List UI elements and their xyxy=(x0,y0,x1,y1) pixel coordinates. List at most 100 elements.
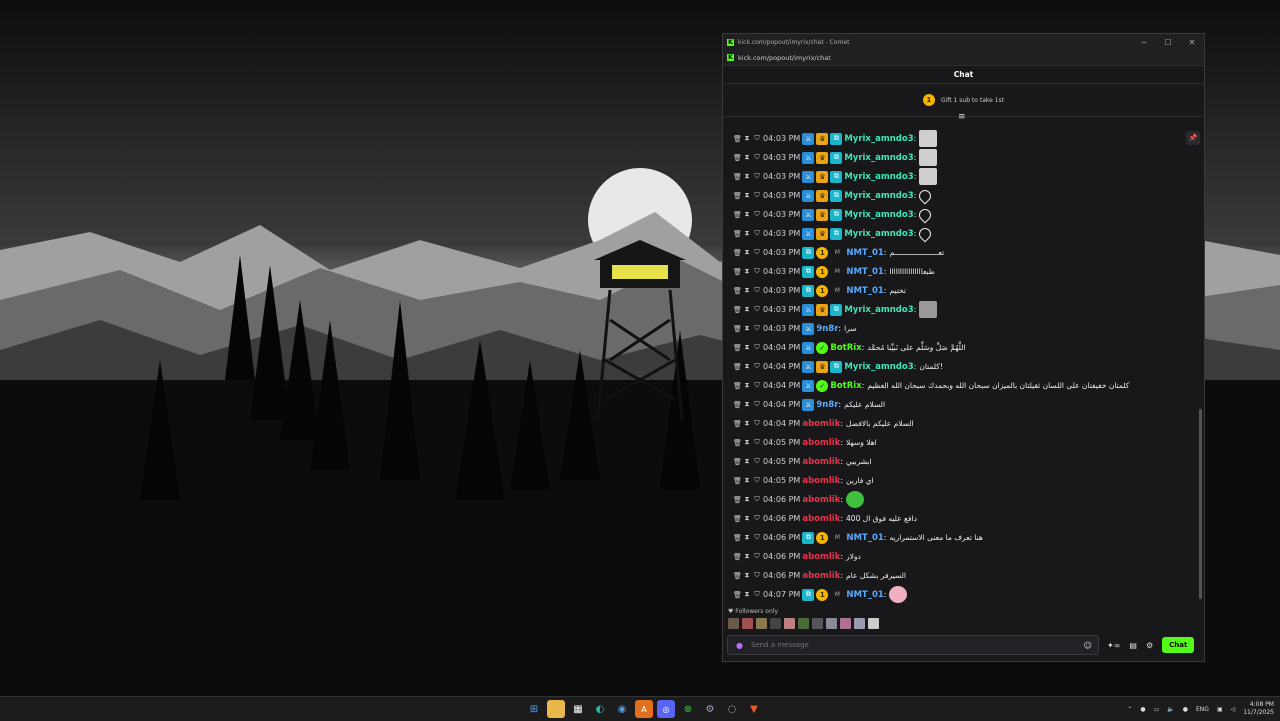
firefox-icon[interactable]: ◉ xyxy=(613,700,631,718)
sword-badge-icon[interactable]: ⚔ xyxy=(802,151,815,164)
trash-icon[interactable]: 🗑 xyxy=(733,325,742,333)
sword-badge-icon[interactable]: ⚔ xyxy=(802,227,815,240)
shield-icon[interactable]: ⛉ xyxy=(753,419,761,428)
shield-icon[interactable]: ⛉ xyxy=(753,134,761,143)
crown-badge-icon[interactable]: ♛ xyxy=(816,227,829,240)
chat-message[interactable]: 🗑 ⧗ ⛉ 04:03 PM ⧉ 1 M NMT_01: طبعاااااااااااااااا xyxy=(723,262,1193,281)
timeout-icon[interactable]: ⧗ xyxy=(743,286,751,295)
chat-message[interactable]: 🗑 ⧗ ⛉ 04:04 PM ⚔ ♛ ⧉ Myrix_amndo3: كلمتان! xyxy=(723,357,1193,376)
coin-badge-icon[interactable]: 1 xyxy=(816,531,829,544)
username[interactable]: abomlik xyxy=(802,438,840,448)
m-badge-icon[interactable]: M xyxy=(830,589,844,601)
trash-icon[interactable]: 🗑 xyxy=(733,192,742,200)
chat-message[interactable]: 🗑 ⧗ ⛉ 04:03 PM ⚔ ♛ ⧉ Myrix_amndo3: xyxy=(723,186,1193,205)
crown-badge-icon[interactable]: ♛ xyxy=(816,132,829,145)
trash-icon[interactable]: 🗑 xyxy=(733,154,742,162)
emoji-icon[interactable]: ☺ xyxy=(1084,641,1092,650)
chat-message[interactable]: 🗑 ⧗ ⛉ 04:03 PM ⚔ ♛ ⧉ Myrix_amndo3: xyxy=(723,224,1193,243)
shield-icon[interactable]: ⛉ xyxy=(753,533,761,542)
timeout-icon[interactable]: ⧗ xyxy=(743,191,751,200)
chat-message[interactable]: 🗑 ⧗ ⛉ 04:03 PM ⚔ ♛ ⧉ Myrix_amndo3: xyxy=(723,300,1193,319)
crown-badge-icon[interactable]: ♛ xyxy=(816,170,829,183)
username[interactable]: 9n8r xyxy=(816,324,838,334)
crown-badge-icon[interactable]: ♛ xyxy=(816,303,829,316)
sword-badge-icon[interactable]: ⚔ xyxy=(802,341,815,354)
chat-message[interactable]: 🗑 ⧗ ⛉ 04:06 PM abomlik: دافع عليه فوق ال 400 xyxy=(723,509,1193,528)
xbox-icon[interactable]: ⊗ xyxy=(679,700,697,718)
chat-message[interactable]: 🗑 ⧗ ⛉ 04:05 PM abomlik: اهلا وسهلا xyxy=(723,433,1193,452)
timeout-icon[interactable]: ⧗ xyxy=(743,571,751,580)
comet-browser-icon[interactable]: ◌ xyxy=(723,700,741,718)
username[interactable]: Myrix_amndo3 xyxy=(844,191,913,201)
steam-icon[interactable]: ⚙ xyxy=(701,700,719,718)
avatar[interactable] xyxy=(728,617,739,629)
timeout-icon[interactable]: ⧗ xyxy=(743,324,751,333)
sub-badge-icon[interactable]: ⧉ xyxy=(830,189,843,202)
discord-icon[interactable]: ◎ xyxy=(657,700,675,718)
username[interactable]: NMT_01 xyxy=(846,286,883,296)
username[interactable]: abomlik xyxy=(802,457,840,467)
maximize-button[interactable]: ☐ xyxy=(1156,38,1180,47)
avatar[interactable] xyxy=(784,617,795,629)
timeout-icon[interactable]: ⧗ xyxy=(743,476,751,485)
timeout-icon[interactable]: ⧗ xyxy=(743,590,751,599)
shield-icon[interactable]: ⛉ xyxy=(753,229,761,238)
sub-badge-icon[interactable]: ⧉ xyxy=(830,170,843,183)
timeout-icon[interactable]: ⧗ xyxy=(743,495,751,504)
shield-icon[interactable]: ⛉ xyxy=(753,191,761,200)
timeout-icon[interactable]: ⧗ xyxy=(743,153,751,162)
tray-folder-icon[interactable]: ▭ xyxy=(1154,706,1160,713)
username[interactable]: abomlik xyxy=(802,495,840,505)
sword-badge-icon[interactable]: ⚔ xyxy=(802,132,815,145)
bot-badge-icon[interactable]: ✓ xyxy=(816,379,829,392)
chat-message[interactable]: 🗑 ⧗ ⛉ 04:03 PM ⚔ ♛ ⧉ Myrix_amndo3: xyxy=(723,167,1193,186)
shield-icon[interactable]: ⛉ xyxy=(753,267,761,276)
timeout-icon[interactable]: ⧗ xyxy=(743,267,751,276)
username[interactable]: Myrix_amndo3 xyxy=(844,153,913,163)
emote-cat-icon[interactable] xyxy=(919,168,938,185)
shield-icon[interactable]: ⛉ xyxy=(753,438,761,447)
sub-badge-icon[interactable]: ⧉ xyxy=(830,132,843,145)
network-icon[interactable]: ▣ xyxy=(1217,706,1223,713)
trash-icon[interactable]: 🗑 xyxy=(733,211,742,219)
sword-badge-icon[interactable]: ⚔ xyxy=(802,379,815,392)
trash-icon[interactable]: 🗑 xyxy=(733,135,742,143)
chat-message[interactable]: 🗑 ⧗ ⛉ 04:05 PM abomlik: اي فارين xyxy=(723,471,1193,490)
chat-message[interactable]: 🗑 ⧗ ⛉ 04:03 PM ⧉ 1 M NMT_01: تختيم xyxy=(723,281,1193,300)
sub-badge-icon[interactable]: ⧉ xyxy=(830,303,843,316)
clock[interactable]: 4:08 PM 11/7/2025 xyxy=(1243,701,1274,717)
emote-cat-icon[interactable] xyxy=(919,130,938,147)
shield-icon[interactable]: ⛉ xyxy=(753,590,761,599)
username[interactable]: Myrix_amndo3 xyxy=(844,305,913,315)
trash-icon[interactable]: 🗑 xyxy=(733,458,742,466)
chat-message[interactable]: 🗑 ⧗ ⛉ 04:06 PM abomlik: السيرفر بشكل عام xyxy=(723,566,1193,585)
username[interactable]: Myrix_amndo3 xyxy=(844,210,913,220)
minimize-button[interactable]: ─ xyxy=(1132,38,1156,47)
sword-badge-icon[interactable]: ⚔ xyxy=(802,360,815,373)
volume-icon[interactable]: 🔈 xyxy=(1167,706,1174,713)
brave-icon[interactable]: ▼ xyxy=(745,700,763,718)
trash-icon[interactable]: 🗑 xyxy=(733,306,742,314)
speaker-icon[interactable]: ◁ xyxy=(1231,706,1236,713)
chat-message[interactable]: 🗑 ⧗ ⛉ 04:04 PM abomlik: السلام عليكم بالافضل xyxy=(723,414,1193,433)
sword-badge-icon[interactable]: ⚔ xyxy=(802,189,815,202)
avatar[interactable] xyxy=(840,617,851,629)
username[interactable]: abomlik xyxy=(802,476,840,486)
app-a-icon[interactable]: A xyxy=(635,700,653,718)
avatar[interactable] xyxy=(826,617,837,629)
shield-icon[interactable]: ⛉ xyxy=(753,362,761,371)
emote-heart-icon[interactable] xyxy=(916,206,934,223)
m-badge-icon[interactable]: M xyxy=(830,532,844,544)
sub-badge-icon[interactable]: ⧉ xyxy=(802,588,815,601)
coin-badge-icon[interactable]: 1 xyxy=(816,284,829,297)
chat-message[interactable]: 🗑 ⧗ ⛉ 04:06 PM abomlik: دولار xyxy=(723,547,1193,566)
shield-icon[interactable]: ⛉ xyxy=(753,305,761,314)
timeout-icon[interactable]: ⧗ xyxy=(743,172,751,181)
timeout-icon[interactable]: ⧗ xyxy=(743,362,751,371)
sword-badge-icon[interactable]: ⚔ xyxy=(802,303,815,316)
username[interactable]: Myrix_amndo3 xyxy=(844,134,913,144)
shield-icon[interactable]: ⛉ xyxy=(753,210,761,219)
timeout-icon[interactable]: ⧗ xyxy=(743,514,751,523)
chat-scrollbar[interactable] xyxy=(1199,409,1202,599)
avatar[interactable] xyxy=(742,617,753,629)
